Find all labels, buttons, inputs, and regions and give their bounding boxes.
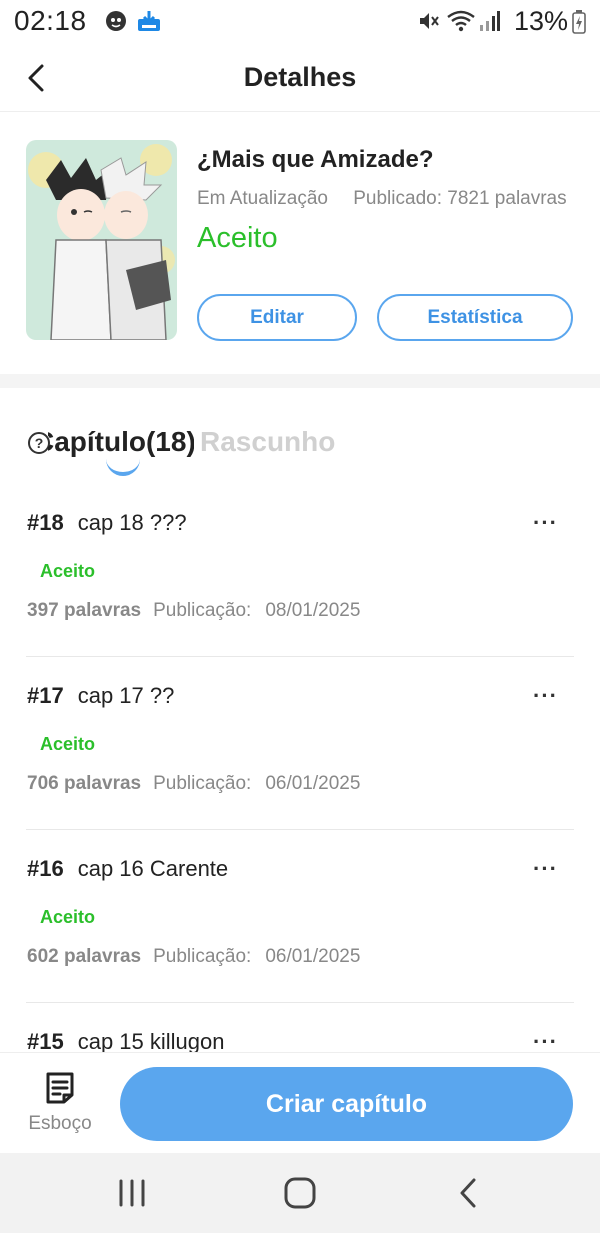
mute-icon [418,10,440,37]
update-status: Em Atualização [197,188,328,209]
statistics-button[interactable]: Estatística [377,294,573,341]
notes-icon [44,1071,76,1110]
chapter-row[interactable]: #16 cap 16 Carente ··· Aceito 602 palavra… [26,830,574,1003]
chapter-word-count: 397 palavras [27,600,142,621]
recent-apps-button[interactable] [110,1175,154,1211]
signal-icon [478,10,500,37]
chapter-word-count: 602 palavras [27,946,142,967]
wifi-icon [446,9,476,38]
create-chapter-button[interactable]: Criar capítulo [120,1067,573,1141]
bottom-action-bar: Esboço Criar capítulo [0,1052,600,1153]
edit-button[interactable]: Editar [197,294,357,341]
store-download-icon [136,9,162,38]
tab-chapters[interactable]: Capítulo(18) [48,426,194,458]
tab-active-indicator [106,458,140,476]
chapter-title: #17 cap 17 ?? [27,683,174,709]
chapter-number: #17 [27,683,64,708]
home-button[interactable] [278,1175,322,1211]
chapter-row[interactable]: #15 cap 15 killugon ··· [26,1003,574,1052]
home-icon [278,1177,322,1215]
chapter-meta: 706 palavras Publicação: 06/01/2025 [27,773,360,795]
chapter-title: #18 cap 18 ??? [27,510,187,536]
chapter-meta: 397 palavras Publicação: 08/01/2025 [27,600,360,622]
book-title: ¿Mais que Amizade? [197,146,434,173]
draft-button[interactable]: Esboço [20,1069,100,1141]
tab-drafts[interactable]: Rascunho [200,426,335,458]
section-divider [0,374,600,388]
battery-percent: 13% [513,6,568,36]
more-options-icon[interactable]: ··· [533,1029,558,1052]
chapter-title: #16 cap 16 Carente [27,856,228,882]
chapter-title: #15 cap 15 killugon [27,1029,225,1052]
publication-date: 08/01/2025 [265,600,361,621]
more-options-icon[interactable]: ··· [533,510,558,536]
chapter-list[interactable]: #18 cap 18 ??? ··· Aceito 397 palavras Pub… [0,484,600,1052]
publication-date: 06/01/2025 [265,773,361,794]
publication-label: Publicação: [153,946,252,967]
book-status-badge: Aceito [197,222,278,254]
chapter-row[interactable]: #18 cap 18 ??? ··· Aceito 397 palavras Pub… [26,484,574,657]
more-options-icon[interactable]: ··· [533,683,558,709]
publication-date: 06/01/2025 [265,946,361,967]
system-navigation-bar [0,1153,600,1233]
chapter-row[interactable]: #17 cap 17 ?? ··· Aceito 706 palavras Publ… [26,657,574,830]
back-arrow-icon [446,1178,490,1215]
chapter-number: #18 [27,510,64,535]
book-cover-image[interactable] [26,140,177,340]
chapter-name: cap 18 ??? [77,510,187,535]
chapter-name: cap 15 killugon [77,1029,225,1052]
page-title: Detalhes [243,62,357,92]
notification-app-icon [104,9,128,38]
status-time: 02:18 [14,5,87,36]
tab-chapters-label: Capítulo(18) [48,426,194,457]
chapter-word-count: 706 palavras [27,773,142,794]
chapter-meta: 602 palavras Publicação: 06/01/2025 [27,946,360,968]
chapter-number: #16 [27,856,64,881]
draft-label: Esboço [28,1113,92,1134]
chapter-tabs: ? Capítulo(18) Rascunho [0,388,600,484]
chapter-name: cap 16 Carente [77,856,229,881]
chapter-number: #15 [27,1029,64,1052]
system-back-button[interactable] [446,1175,490,1211]
battery-charging-icon [572,10,586,39]
publication-label: Publicação: [153,600,252,621]
status-bar: 02:18 13% [0,0,600,44]
recent-apps-icon [110,1179,154,1215]
chapter-status-badge: Aceito [40,561,96,581]
more-options-icon[interactable]: ··· [533,856,558,882]
chapter-status-badge: Aceito [40,734,96,754]
chapter-name: cap 17 ?? [77,683,175,708]
publication-label: Publicação: [153,773,252,794]
published-words: Publicado: 7821 palavras [353,188,567,209]
chapter-status-badge: Aceito [40,907,96,927]
book-info-card: ¿Mais que Amizade? Em Atualização Public… [0,112,600,374]
book-meta: Em Atualização Publicado: 7821 palavras [197,188,577,210]
help-icon[interactable]: ? [28,432,50,454]
app-header: Detalhes [0,44,600,112]
